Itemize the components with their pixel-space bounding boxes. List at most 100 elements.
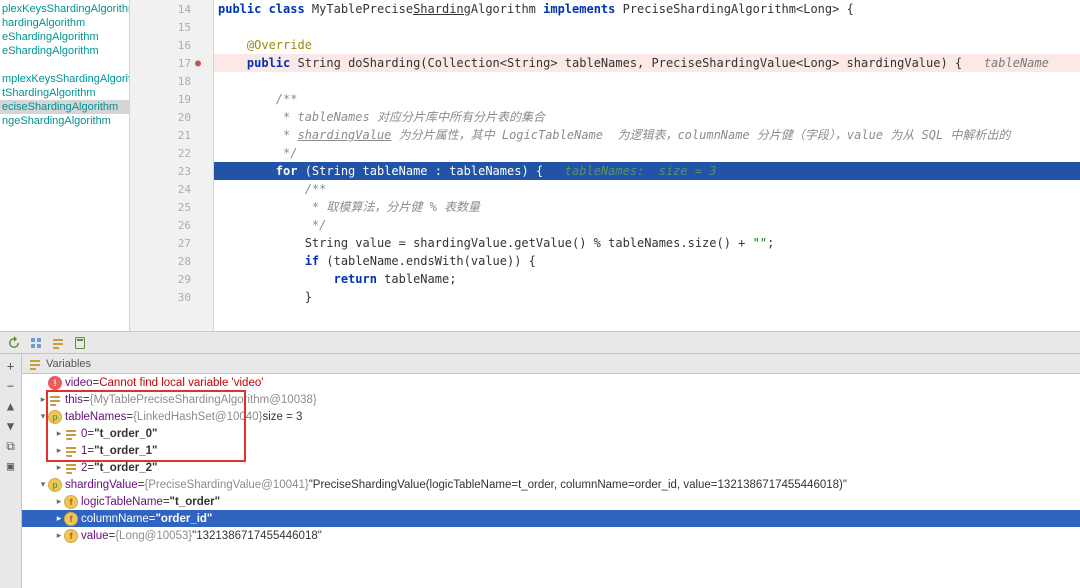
structure-item[interactable]: ngeShardingAlgorithm	[0, 114, 129, 128]
structure-pane[interactable]: plexKeysShardingAlgorithmhardingAlgorith…	[0, 0, 130, 331]
structure-item[interactable]: hardingAlgorithm	[0, 16, 129, 30]
expand-icon[interactable]: ▸	[38, 394, 48, 405]
gutter-line[interactable]: 27	[130, 234, 213, 252]
editor-gutter[interactable]: 14151617●18192021222324252627282930	[130, 0, 214, 331]
down-icon[interactable]: ▼	[3, 418, 19, 434]
frames-icon[interactable]	[28, 335, 44, 351]
gutter-line[interactable]: 23	[130, 162, 213, 180]
equals: =	[149, 513, 156, 525]
expand-icon[interactable]: ▸	[54, 428, 64, 439]
variable-row[interactable]: ▸0 = "t_order_0"	[22, 425, 1080, 442]
expand-icon[interactable]: ▸	[54, 462, 64, 473]
code-line[interactable]: /**	[214, 180, 1080, 198]
gutter-line[interactable]: 25	[130, 198, 213, 216]
gutter-line[interactable]: 18	[130, 72, 213, 90]
variable-extra: "1321386717455446018"	[192, 530, 322, 542]
variable-row[interactable]: ▸2 = "t_order_2"	[22, 459, 1080, 476]
code-line[interactable]	[214, 72, 1080, 90]
add-watch-icon[interactable]: +	[3, 358, 19, 374]
variable-name: columnName	[81, 513, 149, 525]
variables-tree[interactable]: !video = Cannot find local variable 'vid…	[22, 374, 1080, 588]
threads-icon[interactable]	[50, 335, 66, 351]
equals: =	[93, 377, 100, 389]
variable-row[interactable]: ▾ptableNames = {LinkedHashSet@10040} siz…	[22, 408, 1080, 425]
gutter-line[interactable]: 29	[130, 270, 213, 288]
variable-row[interactable]: ▸fvalue = {Long@10053} "1321386717455446…	[22, 527, 1080, 544]
structure-item[interactable]	[0, 58, 129, 72]
code-line[interactable]: * tableNames 对应分片库中所有分片表的集合	[214, 108, 1080, 126]
variable-row[interactable]: ▸1 = "t_order_1"	[22, 442, 1080, 459]
gutter-line[interactable]: 15	[130, 18, 213, 36]
field-icon: f	[64, 495, 78, 509]
gutter-line[interactable]: 26	[130, 216, 213, 234]
variable-row[interactable]: ▾pshardingValue = {PreciseShardingValue@…	[22, 476, 1080, 493]
equals: =	[138, 479, 145, 491]
code-line[interactable]: * 取模算法，分片健 % 表数量	[214, 198, 1080, 216]
code-line[interactable]: public String doSharding(Collection<Stri…	[214, 54, 1080, 72]
structure-item[interactable]: tShardingAlgorithm	[0, 86, 129, 100]
gutter-line[interactable]: 20	[130, 108, 213, 126]
variable-value: "t_order_0"	[94, 428, 157, 440]
variables-title: Variables	[46, 358, 91, 370]
variable-row[interactable]: !video = Cannot find local variable 'vid…	[22, 374, 1080, 391]
code-line[interactable]: /**	[214, 90, 1080, 108]
variable-name: video	[65, 377, 93, 389]
code-line[interactable]: @Override	[214, 36, 1080, 54]
structure-item[interactable]: eShardingAlgorithm	[0, 44, 129, 58]
variable-row[interactable]: ▸fcolumnName = "order_id"	[22, 510, 1080, 527]
gutter-line[interactable]: 24	[130, 180, 213, 198]
code-line[interactable]	[214, 18, 1080, 36]
ide-root: plexKeysShardingAlgorithmhardingAlgorith…	[0, 0, 1080, 588]
variable-row[interactable]: ▸flogicTableName = "t_order"	[22, 493, 1080, 510]
breakpoint-icon[interactable]: ●	[195, 58, 211, 69]
code-line[interactable]: }	[214, 288, 1080, 306]
gutter-line[interactable]: 14	[130, 0, 213, 18]
expand-icon[interactable]: ▸	[54, 496, 64, 507]
equals: =	[163, 496, 170, 508]
calculator-icon[interactable]	[72, 335, 88, 351]
gutter-line[interactable]: 21	[130, 126, 213, 144]
code-line[interactable]: if (tableName.endsWith(value)) {	[214, 252, 1080, 270]
object-icon	[64, 461, 78, 475]
expand-icon[interactable]: ▾	[38, 411, 48, 422]
structure-item[interactable]: eciseShardingAlgorithm	[0, 100, 129, 114]
gutter-line[interactable]: 17●	[130, 54, 213, 72]
code-line[interactable]: public class MyTablePreciseShardingAlgor…	[214, 0, 1080, 18]
code-line[interactable]: for (String tableName : tableNames) { ta…	[214, 162, 1080, 180]
code-pane[interactable]: public class MyTablePreciseShardingAlgor…	[214, 0, 1080, 331]
error-icon: !	[48, 376, 62, 390]
code-line[interactable]: */	[214, 216, 1080, 234]
expand-icon[interactable]: ▾	[38, 479, 48, 490]
variable-value: "t_order_2"	[94, 462, 157, 474]
collapse-icon[interactable]: ▣	[3, 458, 19, 474]
expand-icon[interactable]: ▸	[54, 513, 64, 524]
remove-watch-icon[interactable]: −	[3, 378, 19, 394]
structure-item[interactable]: plexKeysShardingAlgorithm	[0, 2, 129, 16]
field-icon: f	[64, 529, 78, 543]
structure-item[interactable]: eShardingAlgorithm	[0, 30, 129, 44]
gutter-line[interactable]: 16	[130, 36, 213, 54]
code-line[interactable]: * shardingValue 为分片属性，其中 LogicTableName …	[214, 126, 1080, 144]
variable-value: "order_id"	[155, 513, 212, 525]
code-line[interactable]: return tableName;	[214, 270, 1080, 288]
variables-sidebar: + − ▲ ▼ ⧉ ▣	[0, 354, 22, 588]
gutter-line[interactable]: 19	[130, 90, 213, 108]
param-icon: p	[48, 410, 62, 424]
gutter-line[interactable]: 28	[130, 252, 213, 270]
gutter-line[interactable]: 22	[130, 144, 213, 162]
structure-item[interactable]: mplexKeysShardingAlgorithm	[0, 72, 129, 86]
code-line[interactable]: */	[214, 144, 1080, 162]
variable-extra: size = 3	[262, 411, 302, 423]
expand-icon[interactable]: ▸	[54, 445, 64, 456]
object-icon	[64, 427, 78, 441]
expand-icon[interactable]: ▸	[54, 530, 64, 541]
code-line[interactable]: String value = shardingValue.getValue() …	[214, 234, 1080, 252]
restart-icon[interactable]	[6, 335, 22, 351]
variable-extra: "PreciseShardingValue(logicTableName=t_o…	[309, 479, 847, 491]
variable-name: tableNames	[65, 411, 126, 423]
copy-icon[interactable]: ⧉	[3, 438, 19, 454]
variables-body: Variables !video = Cannot find local var…	[22, 354, 1080, 588]
up-icon[interactable]: ▲	[3, 398, 19, 414]
variable-row[interactable]: ▸this = {MyTablePreciseShardingAlgorithm…	[22, 391, 1080, 408]
gutter-line[interactable]: 30	[130, 288, 213, 306]
